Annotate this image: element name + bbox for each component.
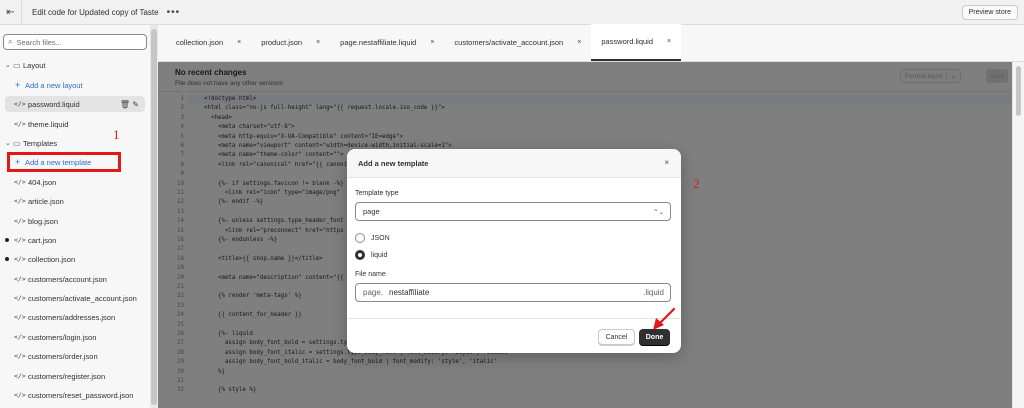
code-file-icon: </> xyxy=(14,333,26,341)
code-file-icon: </> xyxy=(14,352,26,360)
page-title: Edit code for Updated copy of Taste xyxy=(32,7,159,17)
code-file-icon: </> xyxy=(14,372,26,380)
file-name-label: File name xyxy=(355,271,386,278)
file-actions[interactable]: 🗑 ✎ xyxy=(120,100,139,109)
top-bar: ⇤ Edit code for Updated copy of Taste ••… xyxy=(0,0,1024,25)
file-item[interactable]: </> customers/login.json xyxy=(0,329,150,345)
cancel-button[interactable]: Cancel xyxy=(598,329,635,345)
more-actions-button[interactable]: ••• xyxy=(167,7,181,18)
file-item-password-liquid[interactable]: </> password.liquid 🗑 ✎ xyxy=(5,96,145,112)
search-files-input[interactable]: ⌕ Search files... xyxy=(3,34,147,50)
close-icon[interactable]: × xyxy=(237,39,241,46)
editor-tabs: collection.json × product.json × page.nest… xyxy=(158,24,1024,62)
code-file-icon: </> xyxy=(14,275,26,283)
code-file-icon: </> xyxy=(14,120,26,128)
code-file-icon: </> xyxy=(14,236,26,244)
file-name-prefix: page. xyxy=(363,288,384,297)
scroll-thumb[interactable] xyxy=(1016,66,1021,116)
code-file-icon: </> xyxy=(14,294,26,302)
close-icon[interactable]: × xyxy=(664,158,669,167)
chevron-down-icon: ⌄ xyxy=(5,140,11,147)
file-item[interactable]: </> customers/reset_password.json xyxy=(0,387,150,403)
tab-collection-json[interactable]: collection.json × xyxy=(166,24,251,61)
template-type-label: Template type xyxy=(355,190,399,197)
chevron-down-icon: ⌄ xyxy=(5,62,11,69)
radio-liquid[interactable]: liquid xyxy=(355,250,387,260)
code-file-icon: </> xyxy=(14,391,26,399)
highlight-box xyxy=(7,152,121,172)
exit-icon[interactable]: ⇤ xyxy=(0,0,22,25)
file-item[interactable]: </> customers/activate_account.json xyxy=(0,290,150,306)
code-file-icon: </> xyxy=(14,178,26,186)
tab-product-json[interactable]: product.json × xyxy=(251,24,330,61)
modified-dot xyxy=(5,257,9,261)
search-icon: ⌕ xyxy=(8,37,13,46)
folder-templates[interactable]: ⌄ ▭ Templates xyxy=(0,135,150,151)
radio-json[interactable]: JSON xyxy=(355,233,390,243)
close-icon[interactable]: × xyxy=(316,39,320,46)
step-number-2: 2 xyxy=(693,176,700,191)
file-item[interactable]: </> cart.json xyxy=(0,232,150,248)
dialog-header: Add a new template × xyxy=(347,149,681,178)
template-type-select[interactable]: page ⌃⌄ xyxy=(355,202,671,221)
tab-password-liquid[interactable]: password.liquid × xyxy=(591,24,682,61)
code-file-icon: </> xyxy=(14,197,26,205)
red-arrow-annotation xyxy=(653,307,676,330)
file-item[interactable]: </> blog.json xyxy=(0,213,150,229)
preview-store-button[interactable]: Preview store xyxy=(961,5,1018,20)
scroll-thumb[interactable] xyxy=(151,29,157,405)
file-name-input[interactable]: page. nestaffiliate .liquid xyxy=(355,283,671,302)
tab-activate-account-json[interactable]: customers/activate_account.json × xyxy=(444,24,591,61)
code-file-icon: </> xyxy=(14,255,26,263)
folder-icon: ▭ xyxy=(13,138,21,148)
close-icon[interactable]: × xyxy=(577,39,581,46)
plus-icon: + xyxy=(15,80,21,90)
file-sidebar: ⌕ Search files... ⌄ ▭ Layout + Add a new… xyxy=(0,25,150,408)
file-name-value: nestaffiliate xyxy=(389,288,430,297)
file-item[interactable]: </> customers/register.json xyxy=(0,368,150,384)
file-item[interactable]: </> customers/account.json xyxy=(0,271,150,287)
folder-layout[interactable]: ⌄ ▭ Layout xyxy=(0,57,150,73)
folder-icon: ▭ xyxy=(13,60,21,70)
file-item[interactable]: </> article.json xyxy=(0,193,150,209)
code-file-icon: </> xyxy=(14,217,26,225)
add-template-dialog: Add a new template × Template type page … xyxy=(347,149,681,353)
file-name-suffix: .liquid xyxy=(643,288,664,297)
file-item-theme-liquid[interactable]: </> theme.liquid xyxy=(0,116,150,132)
step-number-1: 1 xyxy=(113,127,120,142)
chevron-updown-icon: ⌃⌄ xyxy=(653,208,664,216)
sidebar-scrollbar[interactable] xyxy=(150,25,158,408)
modified-dot xyxy=(5,238,9,242)
code-file-icon: </> xyxy=(14,313,26,321)
file-item[interactable]: </> customers/order.json xyxy=(0,348,150,364)
tab-page-nestaffiliate-liquid[interactable]: page.nestaffiliate.liquid × xyxy=(330,24,444,61)
radio-circle-selected[interactable] xyxy=(355,250,365,260)
file-item[interactable]: </> collection.json xyxy=(0,251,150,267)
dialog-title: Add a new template xyxy=(358,159,429,168)
editor-scrollbar[interactable] xyxy=(1012,62,1024,408)
file-item[interactable]: </> customers/addresses.json xyxy=(0,309,150,325)
code-file-icon: </> xyxy=(14,100,26,108)
arrow-line xyxy=(657,307,676,326)
add-layout-link[interactable]: + Add a new layout xyxy=(0,77,150,93)
file-item[interactable]: </> 404.json xyxy=(0,174,150,190)
close-icon[interactable]: × xyxy=(667,38,671,45)
close-icon[interactable]: × xyxy=(430,39,434,46)
radio-circle[interactable] xyxy=(355,233,365,243)
